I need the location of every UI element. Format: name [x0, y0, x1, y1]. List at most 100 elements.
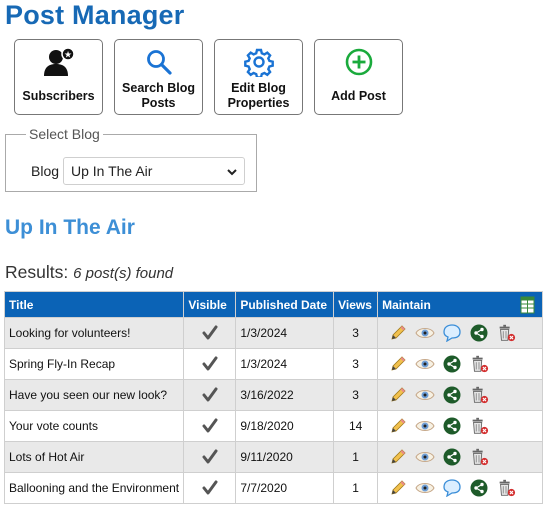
trash-icon[interactable]	[496, 478, 516, 498]
eye-icon[interactable]	[415, 385, 435, 405]
column-published-date[interactable]: Published Date	[235, 291, 335, 318]
subscribers-label: Subscribers	[22, 88, 95, 103]
post-views: 3	[333, 348, 379, 380]
search-blog-posts-button[interactable]: Search Blog Posts	[114, 39, 203, 115]
blog-label: Blog	[31, 163, 60, 179]
post-maintain	[377, 410, 543, 442]
spreadsheet-export-icon[interactable]	[518, 295, 538, 315]
edit-blog-properties-button[interactable]: Edit Blog Properties	[214, 39, 303, 115]
table-row: Ballooning and the Environment 7/7/2020 1	[3, 472, 543, 504]
post-views: 3	[333, 317, 379, 349]
blog-select[interactable]: Up In The Air	[63, 157, 245, 185]
subscribers-button[interactable]: ★ Subscribers	[14, 39, 103, 115]
post-published-date: 7/7/2020	[235, 472, 335, 504]
pencil-icon[interactable]	[388, 323, 408, 343]
checkmark-icon	[200, 323, 220, 343]
results-summary: Results: 6 post(s) found	[5, 262, 173, 283]
post-maintain	[377, 472, 543, 504]
trash-icon[interactable]	[496, 323, 516, 343]
trash-icon[interactable]	[469, 385, 489, 405]
post-visible	[183, 410, 237, 442]
share-icon[interactable]	[442, 354, 462, 374]
post-title: Looking for volunteers!	[3, 317, 185, 349]
table-row: Lots of Hot Air 9/11/2020 1	[3, 441, 543, 473]
toolbar: ★ Subscribers Search Blog Posts Edit Blo…	[14, 39, 403, 115]
eye-icon[interactable]	[415, 447, 435, 467]
post-views: 1	[333, 472, 379, 504]
post-published-date: 1/3/2024	[235, 317, 335, 349]
checkmark-icon	[200, 416, 220, 436]
post-title: Lots of Hot Air	[3, 441, 185, 473]
add-post-label: Add Post	[331, 88, 386, 103]
share-icon[interactable]	[442, 447, 462, 467]
table-row: Spring Fly-In Recap 1/3/2024 3	[3, 348, 543, 380]
plus-circle-icon	[342, 46, 376, 78]
post-maintain	[377, 317, 543, 349]
post-visible	[183, 472, 237, 504]
share-icon[interactable]	[442, 385, 462, 405]
column-views[interactable]: Views	[333, 291, 379, 318]
eye-icon[interactable]	[415, 323, 435, 343]
blog-select-value: Up In The Air	[71, 163, 153, 179]
post-published-date: 3/16/2022	[235, 379, 335, 411]
pencil-icon[interactable]	[388, 447, 408, 467]
share-icon[interactable]	[469, 478, 489, 498]
post-visible	[183, 348, 237, 380]
column-maintain: Maintain	[377, 291, 543, 318]
checkmark-icon	[200, 354, 220, 374]
column-title[interactable]: Title	[3, 291, 185, 318]
share-icon[interactable]	[469, 323, 489, 343]
speech-bubble-icon[interactable]	[442, 323, 462, 343]
post-maintain	[377, 441, 543, 473]
table-row: Have you seen our new look? 3/16/2022 3	[3, 379, 543, 411]
checkmark-icon	[200, 478, 220, 498]
eye-icon[interactable]	[415, 478, 435, 498]
post-title: Your vote counts	[3, 410, 185, 442]
column-maintain-label: Maintain	[382, 297, 431, 312]
select-blog-legend: Select Blog	[29, 126, 100, 142]
speech-bubble-icon[interactable]	[442, 478, 462, 498]
magnifier-icon	[142, 46, 176, 78]
select-blog-group: Select Blog Blog Up In The Air	[5, 126, 257, 192]
pencil-icon[interactable]	[388, 385, 408, 405]
trash-icon[interactable]	[469, 447, 489, 467]
share-icon[interactable]	[442, 416, 462, 436]
posts-table: Title Visible Published Date Views Maint…	[3, 291, 543, 504]
post-title: Spring Fly-In Recap	[3, 348, 185, 380]
post-maintain	[377, 379, 543, 411]
pencil-icon[interactable]	[388, 416, 408, 436]
pencil-icon[interactable]	[388, 354, 408, 374]
pencil-icon[interactable]	[388, 478, 408, 498]
eye-icon[interactable]	[415, 354, 435, 374]
search-blog-posts-label: Search Blog Posts	[122, 81, 195, 110]
post-maintain	[377, 348, 543, 380]
post-visible	[183, 441, 237, 473]
post-views: 1	[333, 441, 379, 473]
post-title: Have you seen our new look?	[3, 379, 185, 411]
svg-text:★: ★	[63, 51, 71, 61]
table-row: Your vote counts 9/18/2020 14	[3, 410, 543, 442]
column-visible[interactable]: Visible	[183, 291, 237, 318]
blog-heading: Up In The Air	[5, 216, 135, 239]
post-visible	[183, 379, 237, 411]
post-views: 14	[333, 410, 379, 442]
post-published-date: 9/11/2020	[235, 441, 335, 473]
table-header-row: Title Visible Published Date Views Maint…	[3, 291, 543, 318]
checkmark-icon	[200, 385, 220, 405]
results-label: Results:	[5, 262, 69, 282]
edit-blog-properties-label: Edit Blog Properties	[227, 81, 290, 110]
post-published-date: 1/3/2024	[235, 348, 335, 380]
user-star-icon: ★	[42, 46, 76, 78]
post-views: 3	[333, 379, 379, 411]
post-published-date: 9/18/2020	[235, 410, 335, 442]
post-title: Ballooning and the Environment	[3, 472, 185, 504]
post-visible	[183, 317, 237, 349]
trash-icon[interactable]	[469, 354, 489, 374]
eye-icon[interactable]	[415, 416, 435, 436]
add-post-button[interactable]: Add Post	[314, 39, 403, 115]
checkmark-icon	[200, 447, 220, 467]
table-row: Looking for volunteers! 1/3/2024 3	[3, 317, 543, 349]
page-title: Post Manager	[5, 0, 185, 30]
gear-icon	[242, 46, 276, 78]
trash-icon[interactable]	[469, 416, 489, 436]
